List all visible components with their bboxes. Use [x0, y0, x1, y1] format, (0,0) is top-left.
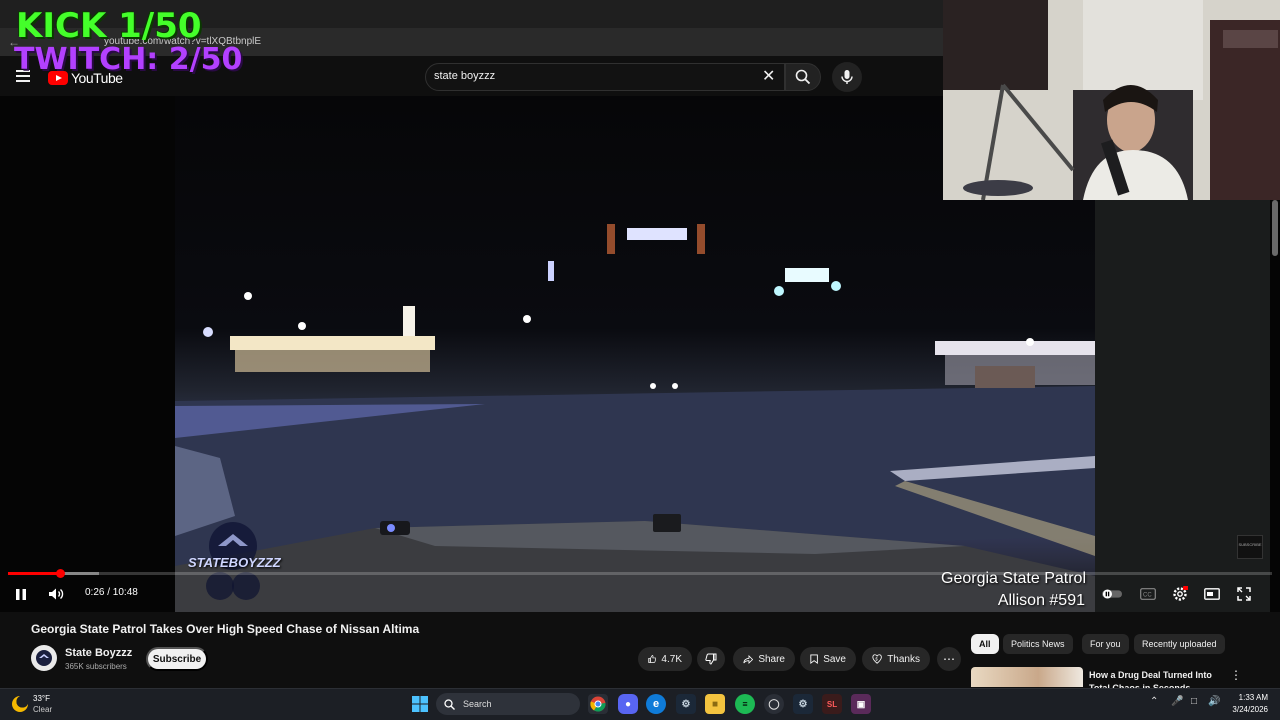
share-button[interactable]: Share — [733, 647, 795, 671]
steam-icon: ⚙ — [681, 698, 691, 710]
spotify-icon: ≡ — [742, 699, 748, 709]
chip-all[interactable]: All — [971, 634, 999, 654]
discord-taskbar-icon[interactable]: ● — [618, 694, 638, 714]
chip-politics-news[interactable]: Politics News — [1003, 634, 1073, 654]
windows-start-button[interactable] — [410, 694, 430, 714]
mute-button[interactable] — [46, 584, 66, 604]
channel-logo-icon — [36, 650, 52, 666]
edge-icon: e — [652, 698, 660, 710]
gear-icon — [1173, 586, 1188, 601]
thanks-label: Thanks — [887, 653, 920, 665]
thanks-heart-dollar-icon: $ — [872, 654, 882, 664]
voice-search-button[interactable] — [832, 62, 862, 92]
clock-time[interactable]: 1:33 AM — [1236, 693, 1268, 702]
volume-tray-icon[interactable]: 🔊 — [1208, 696, 1220, 707]
file-explorer-taskbar-icon[interactable]: ■ — [705, 694, 725, 714]
pause-icon — [16, 588, 26, 600]
video-caption-officer: Allison #591 — [997, 592, 1085, 609]
theater-mode-button[interactable] — [1202, 584, 1222, 604]
video-title: Georgia State Patrol Takes Over High Spe… — [31, 622, 420, 636]
autoplay-toggle-icon — [1102, 589, 1122, 599]
subscriber-count: 365K subscribers — [65, 662, 127, 671]
search-button[interactable] — [785, 63, 821, 91]
page-scrollbar[interactable] — [1272, 200, 1278, 256]
more-actions-button[interactable]: ⋯ — [937, 647, 961, 671]
taskbar-search[interactable]: Search — [436, 693, 580, 715]
like-count: 4.7K — [661, 653, 682, 665]
chrome-icon — [590, 696, 606, 712]
theater-mode-icon — [1204, 588, 1220, 600]
share-label: Share — [758, 653, 785, 665]
dislike-button[interactable] — [697, 647, 725, 671]
share-icon — [743, 654, 754, 664]
save-label: Save — [823, 653, 846, 665]
chip-recently-uploaded[interactable]: Recently uploaded — [1134, 634, 1225, 654]
app-icon: ◯ — [768, 698, 780, 710]
stream-app-icon: ▣ — [856, 698, 866, 709]
twitch-goal-counter: TWITCH: 2/50 — [14, 42, 243, 77]
more-horizontal-icon: ⋯ — [943, 652, 955, 666]
search-query-text[interactable]: state boyzzz — [434, 70, 495, 82]
obs-taskbar-icon[interactable]: ▣ — [851, 694, 871, 714]
weather-condition[interactable]: Clear — [33, 705, 52, 714]
subscribe-watermark-icon[interactable]: SUBSCRIBE — [1237, 535, 1263, 559]
time-display: 0:26 / 10:48 — [85, 587, 138, 598]
recommendation-thumbnail[interactable] — [971, 667, 1083, 687]
kick-goal-counter: KICK 1/50 — [16, 6, 202, 46]
windows-logo-icon — [412, 696, 428, 712]
taskbar-search-label: Search — [463, 699, 492, 709]
subscribe-button[interactable]: Subscribe — [146, 647, 208, 671]
clock-date[interactable]: 3/24/2026 — [1224, 705, 1268, 714]
edge-taskbar-icon[interactable]: e — [646, 694, 666, 714]
recommendation-title[interactable]: How a Drug Deal Turned Into Total Chaos … — [1089, 669, 1229, 689]
like-button[interactable]: 4.7K — [638, 647, 692, 671]
spotify-taskbar-icon[interactable]: ≡ — [735, 694, 755, 714]
video-progress-bar[interactable] — [8, 569, 1272, 578]
weather-temperature[interactable]: 33°F — [33, 694, 50, 703]
bookmark-icon — [810, 654, 818, 665]
settings-button[interactable] — [1170, 584, 1190, 604]
autoplay-toggle[interactable] — [1102, 584, 1122, 604]
steam-taskbar-icon[interactable]: ⚙ — [676, 694, 696, 714]
subtitles-button[interactable]: CC — [1138, 584, 1158, 604]
progress-scrubber-handle[interactable] — [55, 569, 65, 578]
streamer-webcam-image — [943, 0, 1280, 200]
microphone-icon — [841, 70, 853, 84]
thanks-button[interactable]: $ Thanks — [862, 647, 930, 671]
fullscreen-icon — [1237, 587, 1251, 601]
display-tray-icon[interactable]: □ — [1191, 696, 1197, 707]
svg-text:$: $ — [875, 656, 878, 661]
recommendation-menu-icon[interactable]: ⋮ — [1230, 668, 1242, 682]
fullscreen-button[interactable] — [1234, 584, 1254, 604]
progress-played — [8, 572, 60, 575]
svg-text:CC: CC — [1143, 593, 1152, 599]
discord-icon: ● — [624, 698, 632, 710]
thumbs-up-icon — [648, 655, 657, 663]
thumbs-down-icon — [705, 653, 717, 665]
chrome-taskbar-icon[interactable] — [588, 694, 608, 714]
game-taskbar-icon[interactable]: SL — [822, 694, 842, 714]
closed-captions-icon: CC — [1140, 588, 1156, 600]
windows-taskbar — [0, 688, 1280, 720]
steam-secondary-taskbar-icon[interactable]: ⚙ — [793, 694, 813, 714]
clear-search-icon[interactable]: ✕ — [762, 66, 775, 86]
game-icon: SL — [826, 699, 838, 709]
steam-icon: ⚙ — [798, 698, 808, 710]
search-icon — [795, 69, 811, 85]
folder-icon: ■ — [711, 698, 719, 710]
webcam-overlay — [943, 0, 1280, 200]
microphone-tray-icon[interactable]: 🎤 — [1171, 696, 1183, 707]
app-taskbar-icon[interactable]: ◯ — [764, 694, 784, 714]
channel-watermark: STATEBOYZZZ — [188, 555, 281, 570]
channel-avatar[interactable] — [31, 645, 57, 671]
pause-button[interactable] — [12, 584, 30, 604]
chip-for-you[interactable]: For you — [1082, 634, 1129, 654]
moon-weather-icon[interactable] — [12, 696, 28, 712]
save-button[interactable]: Save — [800, 647, 856, 671]
channel-name[interactable]: State Boyzzz — [65, 647, 132, 659]
show-hidden-icons[interactable]: ⌃ — [1150, 696, 1158, 707]
screen: { "overlay": { "kick": "KICK 1/50", "twi… — [0, 0, 1280, 720]
search-icon — [444, 698, 455, 710]
volume-icon — [49, 588, 64, 600]
